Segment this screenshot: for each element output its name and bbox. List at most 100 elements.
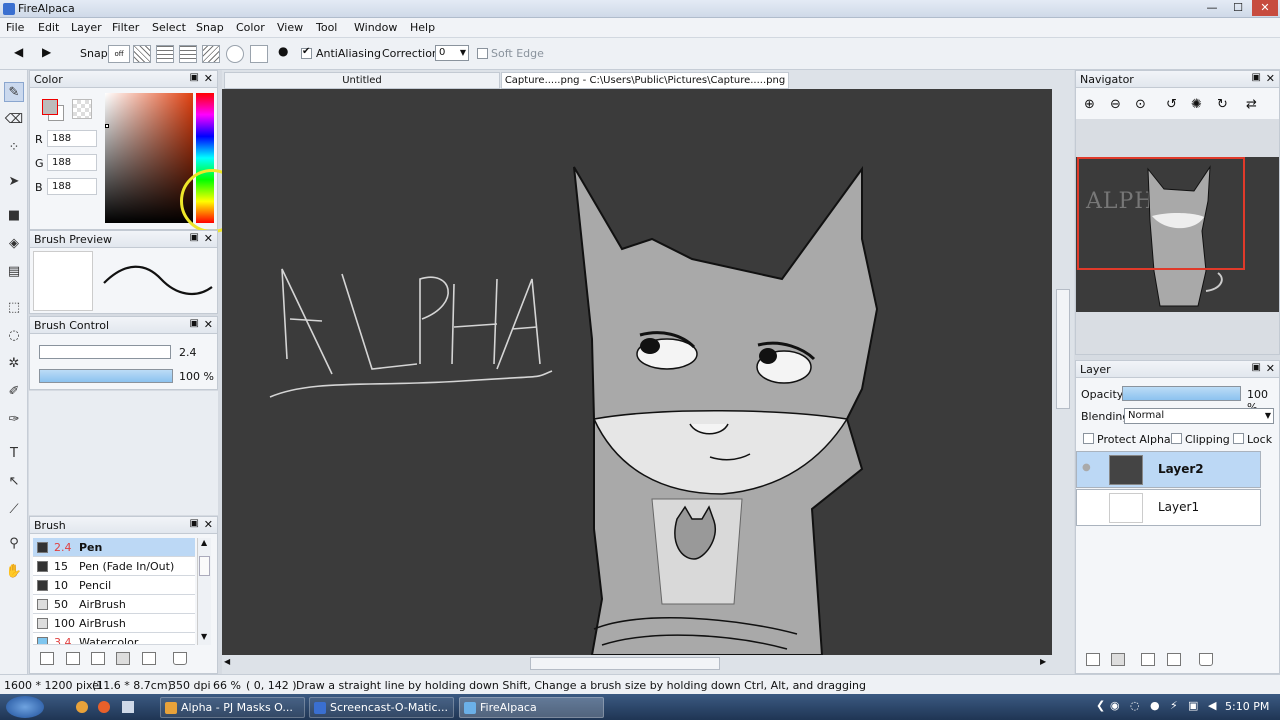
close-button[interactable]: ✕ <box>1252 0 1278 16</box>
menu-color[interactable]: Color <box>236 21 265 34</box>
new-folder-icon[interactable] <box>1111 653 1125 666</box>
scroll-up-icon[interactable]: ▲ <box>201 538 207 547</box>
start-button[interactable] <box>6 696 44 718</box>
close-icon[interactable]: ✕ <box>204 232 213 245</box>
lasso-tool-icon[interactable]: ◌ <box>4 326 24 346</box>
delete-brush-icon[interactable] <box>173 652 187 665</box>
layer-row[interactable]: Layer1 <box>1076 489 1261 526</box>
rotate-reset-icon[interactable]: ✺ <box>1191 97 1202 112</box>
vertical-scrollbar-thumb[interactable] <box>1056 289 1070 409</box>
restore-icon[interactable]: ▣ <box>190 318 199 329</box>
brush-settings-icon[interactable] <box>91 652 105 665</box>
minimize-button[interactable]: — <box>1200 0 1224 16</box>
zoom-out-icon[interactable]: ⊖ <box>1110 97 1121 112</box>
restore-icon[interactable]: ▣ <box>1252 362 1261 373</box>
hand-tool-icon[interactable]: ✋ <box>4 562 24 582</box>
clipping-checkbox[interactable] <box>1171 433 1182 444</box>
taskbar-item-chrome[interactable]: Alpha - PJ Masks O... <box>160 697 305 718</box>
restore-icon[interactable]: ▣ <box>190 72 199 83</box>
layer-row[interactable]: ● Layer2 <box>1076 451 1261 488</box>
blending-select[interactable]: Normal ▼ <box>1124 408 1274 424</box>
restore-icon[interactable]: ▣ <box>190 232 199 243</box>
pen-tool-icon[interactable]: ✎ <box>4 82 24 102</box>
menu-tool[interactable]: Tool <box>316 21 337 34</box>
brush-item[interactable]: 10 Pencil <box>33 576 195 595</box>
close-icon[interactable]: ✕ <box>204 72 213 85</box>
navigator-preview[interactable]: ALPHA <box>1076 119 1279 354</box>
eraser-tool-icon[interactable]: ⌫ <box>4 110 24 130</box>
magic-wand-tool-icon[interactable]: ✲ <box>4 354 24 374</box>
close-icon[interactable]: ✕ <box>1266 362 1275 375</box>
previous-icon[interactable]: ◀︎ <box>14 45 23 59</box>
transparent-color-swatch[interactable] <box>72 99 92 119</box>
protect-alpha-checkbox[interactable] <box>1083 433 1094 444</box>
horizontal-scrollbar[interactable]: ◀ ▶ <box>222 655 1052 672</box>
snap-off-button[interactable]: off <box>108 45 130 63</box>
maximize-button[interactable]: ☐ <box>1226 0 1250 16</box>
brush-opacity-slider[interactable] <box>39 369 173 383</box>
brush-size-slider[interactable] <box>39 345 171 359</box>
menu-filter[interactable]: Filter <box>112 21 139 34</box>
zoom-in-icon[interactable]: ⊕ <box>1084 97 1095 112</box>
select-tool-icon[interactable]: ⬚ <box>4 298 24 318</box>
menu-edit[interactable]: Edit <box>38 21 59 34</box>
menu-help[interactable]: Help <box>410 21 435 34</box>
new-brush-icon[interactable] <box>40 652 54 665</box>
tab-capture[interactable]: Capture.....png - C:\Users\Public\Pictur… <box>501 72 789 89</box>
update-icon[interactable]: ◌ <box>1130 699 1140 712</box>
brush-item[interactable]: 3.4 Watercolor <box>33 633 195 645</box>
snap-circle-icon[interactable] <box>226 45 244 63</box>
soft-edge-checkbox[interactable] <box>477 48 488 59</box>
new-layer-icon[interactable] <box>1086 653 1100 666</box>
tray-expand-icon[interactable]: ❮ <box>1096 699 1105 712</box>
operation-tool-icon[interactable]: ↖ <box>4 472 24 492</box>
edit-brush-icon[interactable] <box>66 652 80 665</box>
brush-item[interactable]: 100 AirBrush <box>33 614 195 633</box>
move-tool-icon[interactable]: ➤ <box>4 172 24 192</box>
recording-icon[interactable]: ● <box>1150 699 1160 712</box>
next-icon[interactable]: ▶︎ <box>42 45 51 59</box>
text-tool-icon[interactable]: T <box>4 444 24 464</box>
snap-curve-icon[interactable] <box>250 45 268 63</box>
close-icon[interactable]: ✕ <box>204 318 213 331</box>
scroll-right-icon[interactable]: ▶ <box>1040 657 1046 666</box>
r-field[interactable]: 188 <box>47 130 97 147</box>
brush-list-scrollbar[interactable]: ▲ ▼ <box>197 538 211 645</box>
select-eraser-tool-icon[interactable]: ✑ <box>4 410 24 430</box>
menu-layer[interactable]: Layer <box>71 21 102 34</box>
delete-layer-icon[interactable] <box>1199 653 1213 666</box>
snap-parallel-icon[interactable] <box>133 45 151 63</box>
rotate-left-icon[interactable]: ↺ <box>1166 97 1177 112</box>
brush-item[interactable]: 2.4 Pen <box>33 538 195 557</box>
dot-icon[interactable]: ● <box>278 44 288 58</box>
primary-color-swatch[interactable] <box>42 99 58 115</box>
rotate-right-icon[interactable]: ↻ <box>1217 97 1228 112</box>
scroll-left-icon[interactable]: ◀ <box>224 657 230 666</box>
scroll-down-icon[interactable]: ▼ <box>201 632 207 641</box>
visibility-icon[interactable]: ● <box>1082 462 1091 473</box>
menu-file[interactable]: File <box>6 21 24 34</box>
menu-snap[interactable]: Snap <box>196 21 224 34</box>
gradient-tool-icon[interactable]: ▤ <box>4 262 24 282</box>
close-icon[interactable]: ✕ <box>1266 72 1275 85</box>
restore-icon[interactable]: ▣ <box>1252 72 1261 83</box>
display-icon[interactable]: ▣ <box>1188 699 1198 712</box>
firefox-quicklaunch-icon[interactable] <box>98 701 110 713</box>
duplicate-layer-icon[interactable] <box>1141 653 1155 666</box>
close-icon[interactable]: ✕ <box>204 518 213 531</box>
taskbar-item-firealpaca[interactable]: FireAlpaca <box>459 697 604 718</box>
menu-view[interactable]: View <box>277 21 303 34</box>
taskbar-clock[interactable]: 5:10 PM <box>1225 700 1269 713</box>
volume-icon[interactable]: ◀ <box>1208 699 1216 712</box>
menu-window[interactable]: Window <box>354 21 397 34</box>
horizontal-scrollbar-thumb[interactable] <box>530 657 720 670</box>
bucket-tool-icon[interactable]: ◈ <box>4 234 24 254</box>
duplicate-brush-icon[interactable] <box>142 652 156 665</box>
merge-down-icon[interactable] <box>1167 653 1181 666</box>
navigator-view-rect[interactable] <box>1077 157 1245 270</box>
chrome-quicklaunch-icon[interactable] <box>76 701 88 713</box>
tab-untitled[interactable]: Untitled <box>224 72 500 89</box>
taskbar-item-screencast[interactable]: Screencast-O-Matic... <box>309 697 454 718</box>
snap-radial-icon[interactable] <box>202 45 220 63</box>
antialiasing-checkbox[interactable]: ✔ <box>301 46 312 59</box>
